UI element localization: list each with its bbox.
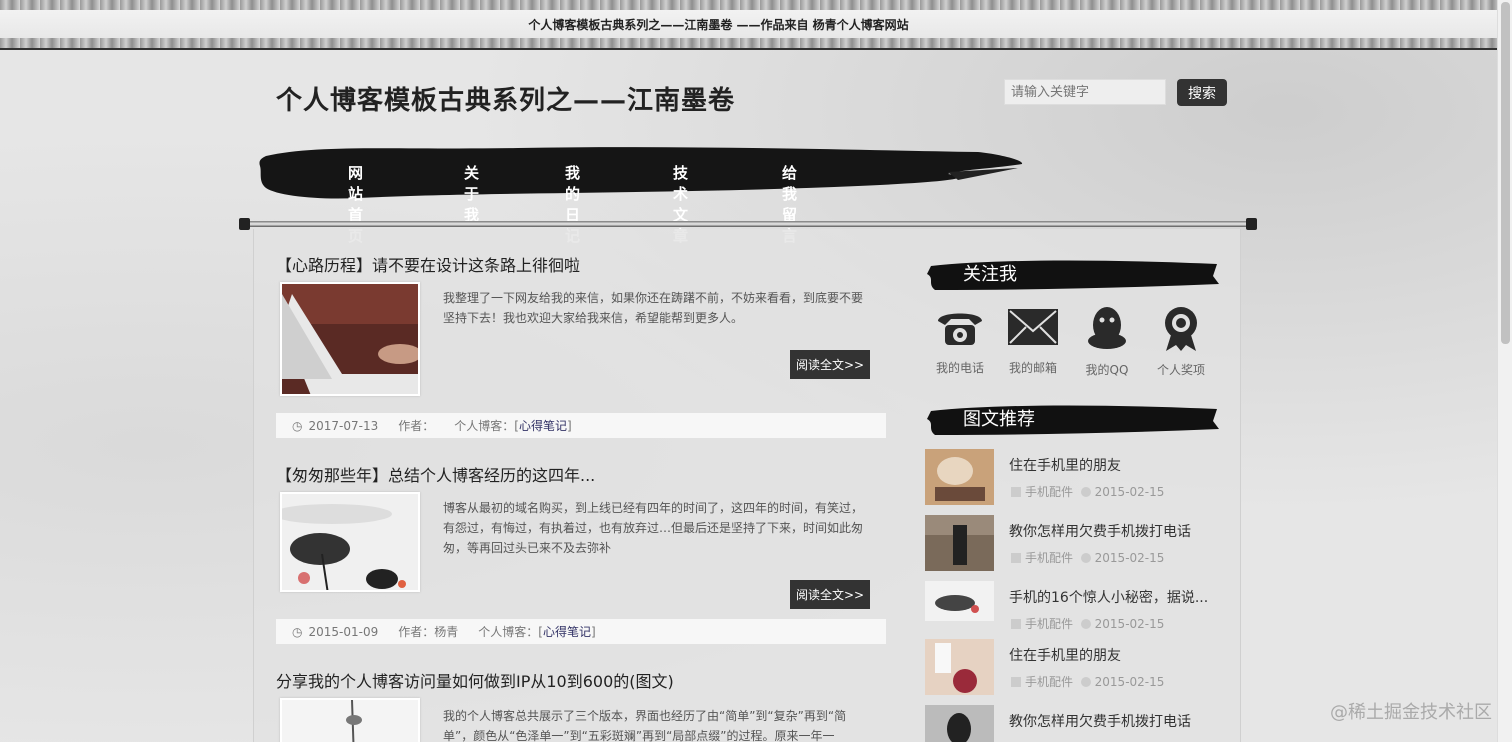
sidebar-heading-follow: 关注我: [925, 254, 1221, 294]
recommend-meta: 手机配件 2015-02-15: [1011, 549, 1164, 566]
scrollbar-thumb[interactable]: [1501, 2, 1510, 344]
article-title[interactable]: 【匆匆那些年】总结个人博客经历的这四年...: [276, 462, 886, 486]
follow-qq[interactable]: 我的QQ: [1072, 305, 1142, 378]
article-thumbnail[interactable]: [280, 698, 420, 742]
ink-painting: [282, 700, 418, 742]
article-date: 2015-01-09: [308, 624, 379, 639]
recommend-thumbnail[interactable]: [925, 515, 994, 571]
recommend-item[interactable]: 住在手机里的朋友 手机配件 2015-02-15: [925, 639, 1221, 695]
watermark: @稀土掘金技术社区: [1330, 702, 1492, 723]
tag-icon: [1011, 619, 1021, 629]
clock-icon: [1080, 619, 1091, 629]
rod-cap-left: [239, 218, 250, 230]
recommend-item[interactable]: 教你怎样用欠费手机拨打电话 手机配件 2015-02-15: [925, 515, 1221, 571]
tag-icon: [1011, 677, 1021, 687]
search-input[interactable]: [1004, 79, 1166, 105]
clock-icon: ◷: [292, 624, 303, 639]
article-excerpt: 我的个人博客总共展示了三个版本，界面也经历了由“简单”到“复杂”再到“简单”，颜…: [443, 709, 847, 742]
clock-icon: ◷: [292, 418, 303, 433]
tag-icon: [1011, 487, 1021, 497]
follow-label: 个人奖项: [1156, 363, 1205, 377]
follow-mail[interactable]: 我的邮箱: [998, 305, 1068, 376]
top-banner: 个人博客模板古典系列之——江南墨卷 ——作品来自 杨青个人博客网站: [0, 0, 1497, 50]
top-banner-text: 个人博客模板古典系列之——江南墨卷 ——作品来自 杨青个人博客网站: [528, 17, 909, 32]
recommend-meta: 手机配件 2015-02-15: [1011, 615, 1164, 632]
article-author: 杨青: [434, 625, 459, 639]
rod-cap-right: [1246, 218, 1257, 230]
recommend-title[interactable]: 教你怎样用欠费手机拨打电话: [1009, 521, 1191, 541]
search-button[interactable]: 搜索: [1177, 79, 1227, 106]
phone-icon: [938, 313, 982, 345]
article-card: 分享我的个人博客访问量如何做到IP从10到600的(图文) 我的个人博客总共展示…: [276, 668, 886, 742]
recommend-thumbnail[interactable]: [925, 705, 994, 742]
article-excerpt: 博客从最初的域名购买，到上线已经有四年的时间了，这四年的时间，有笑过，有怨过，有…: [443, 501, 864, 555]
article-category-label: 个人博客：[: [478, 625, 543, 639]
main-nav: 网站首页 关于我 我的日记 技术文章 给我留言: [258, 142, 1024, 245]
follow-phone[interactable]: 我的电话: [925, 305, 995, 376]
recommend-title[interactable]: 住在手机里的朋友: [1009, 645, 1121, 665]
clock-icon: [1080, 553, 1091, 563]
recommend-thumbnail[interactable]: [925, 639, 994, 695]
read-more-button[interactable]: 阅读全文>>: [790, 350, 870, 379]
laptop-photo: [282, 284, 418, 394]
article-category-link[interactable]: 心得笔记: [519, 417, 567, 434]
sidebar-heading-text: 关注我: [963, 264, 1017, 285]
page-scrollbar[interactable]: [1497, 0, 1512, 742]
read-more-button[interactable]: 阅读全文>>: [790, 580, 870, 609]
nav-ink-brush: [259, 147, 1023, 199]
site-title: 个人博客模板古典系列之——江南墨卷: [276, 86, 736, 116]
recommend-item[interactable]: 住在手机里的朋友 手机配件 2015-02-15: [925, 449, 1221, 505]
qq-penguin-icon: [1088, 307, 1126, 349]
clock-icon: [1080, 487, 1091, 497]
follow-label: 我的电话: [935, 361, 984, 375]
follow-label: 我的QQ: [1085, 363, 1129, 377]
article-title[interactable]: 【心路历程】请不要在设计这条路上徘徊啦: [276, 252, 886, 276]
article-author-label: 作者：: [398, 419, 435, 433]
clock-icon: [1080, 677, 1091, 687]
article-card: 【匆匆那些年】总结个人博客经历的这四年... 博客从最初的域名购买，到上线已经有…: [276, 462, 886, 652]
ink-lotus-painting: [282, 494, 418, 590]
recommend-title[interactable]: 住在手机里的朋友: [1009, 455, 1121, 475]
article-category-end: ]: [566, 418, 572, 433]
article-meta: ◷ 2017-07-13 作者： 个人博客：[ 心得笔记 ]: [276, 413, 886, 438]
article-title[interactable]: 分享我的个人博客访问量如何做到IP从10到600的(图文): [276, 668, 886, 692]
tag-icon: [1011, 553, 1021, 563]
recommend-title[interactable]: 教你怎样用欠费手机拨打电话: [1009, 711, 1191, 731]
article-card: 【心路历程】请不要在设计这条路上徘徊啦 我整理了一下网友给我的来信，如果你还在踌…: [276, 252, 886, 442]
article-thumbnail[interactable]: [280, 492, 420, 592]
scroll-rod-divider: [239, 218, 1257, 230]
recommend-item[interactable]: 手机的16个惊人小秘密，据说... 手机配件 2015-02-15: [925, 581, 1221, 637]
recommend-thumbnail[interactable]: [925, 581, 994, 621]
article-author-label: 作者：: [398, 625, 435, 639]
follow-award[interactable]: 个人奖项: [1146, 305, 1216, 378]
sidebar-heading-text: 图文推荐: [963, 409, 1035, 430]
nav-item-about[interactable]: 关于我: [464, 162, 479, 225]
article-excerpt: 我整理了一下网友给我的来信，如果你还在踌躇不前，不妨来看看，到底要不要坚持下去！…: [443, 291, 864, 325]
article-category-label: 个人博客：[: [454, 419, 519, 433]
sidebar-heading-recommend: 图文推荐: [925, 399, 1221, 439]
article-date: 2017-07-13: [308, 418, 379, 433]
recommend-meta: 手机配件 2015-02-15: [1011, 483, 1164, 500]
recommend-meta: 手机配件 2015-02-15: [1011, 673, 1164, 690]
article-category-link[interactable]: 心得笔记: [543, 623, 591, 640]
article-category-end: ]: [590, 624, 596, 639]
top-banner-strip: 个人博客模板古典系列之——江南墨卷 ——作品来自 杨青个人博客网站: [0, 10, 1497, 38]
recommend-item[interactable]: 教你怎样用欠费手机拨打电话: [925, 705, 1221, 742]
article-meta: ◷ 2015-01-09 作者： 杨青 个人博客：[ 心得笔记 ]: [276, 619, 886, 644]
article-thumbnail[interactable]: [280, 282, 420, 396]
mail-icon: [1008, 309, 1058, 345]
recommend-thumbnail[interactable]: [925, 449, 994, 505]
award-icon: [1165, 307, 1197, 351]
follow-label: 我的邮箱: [1008, 361, 1057, 375]
recommend-title[interactable]: 手机的16个惊人小秘密，据说...: [1009, 587, 1208, 607]
rod-bar: [247, 221, 1249, 227]
